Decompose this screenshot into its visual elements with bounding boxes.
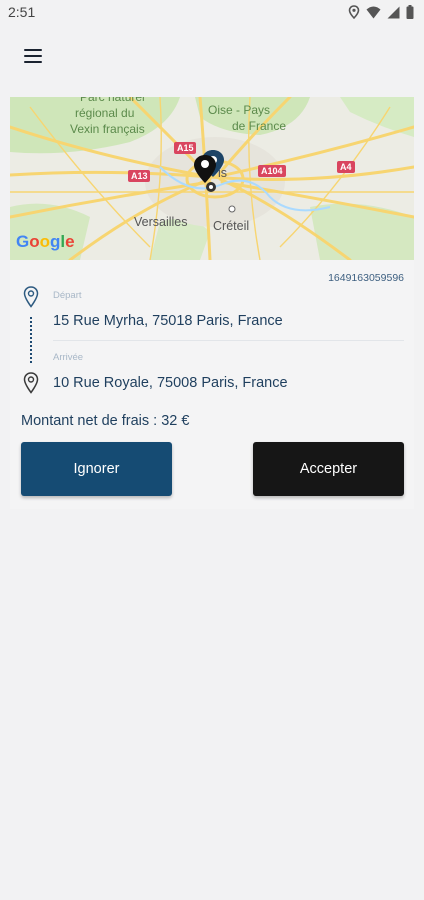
road-badge-a15: A15 xyxy=(177,143,194,153)
map-canvas[interactable]: Parc naturel régional du Vexin français … xyxy=(10,97,414,260)
hamburger-menu-icon[interactable] xyxy=(24,43,56,69)
arrival-label: Arrivée xyxy=(53,352,84,363)
departure-address: 15 Rue Myrha, 75018 Paris, France xyxy=(53,313,283,329)
status-icons xyxy=(348,5,414,19)
map-label-park-1: Parc naturel xyxy=(80,97,145,104)
map-label-park-2: régional du xyxy=(75,106,134,120)
map-view[interactable]: Parc naturel régional du Vexin français … xyxy=(10,97,414,260)
net-amount: Montant net de frais : 32 € xyxy=(21,413,190,429)
map-label-creteil: Créteil xyxy=(213,219,249,233)
map-label-versailles: Versailles xyxy=(134,215,188,229)
location-icon xyxy=(348,5,360,19)
arrival-pin-icon xyxy=(23,372,39,394)
order-id: 1649163059596 xyxy=(328,272,404,284)
road-badge-a13: A13 xyxy=(131,171,148,181)
accept-button[interactable]: Accepter xyxy=(253,442,404,496)
arrival-address: 10 Rue Royale, 75008 Paris, France xyxy=(53,375,288,391)
departure-pin-icon xyxy=(23,286,39,308)
signal-icon xyxy=(387,6,400,18)
departure-label: Départ xyxy=(53,290,82,301)
map-label-oise-1: Oise - Pays xyxy=(208,103,270,117)
menu-bar-middle xyxy=(24,54,42,58)
map-label-oise-2: de France xyxy=(232,119,286,133)
ride-request-card: Parc naturel régional du Vexin français … xyxy=(10,97,414,509)
address-divider xyxy=(53,340,404,341)
route-connector xyxy=(30,317,32,363)
map-driver-icon xyxy=(206,182,216,192)
menu-bar-bottom xyxy=(24,61,42,64)
ignore-button[interactable]: Ignorer xyxy=(21,442,172,496)
menu-bar-top xyxy=(24,48,42,51)
status-time: 2:51 xyxy=(8,4,36,20)
battery-icon xyxy=(406,5,414,19)
road-badge-a104: A104 xyxy=(261,166,283,176)
status-bar: 2:51 xyxy=(0,0,424,26)
map-label-park-3: Vexin français xyxy=(70,122,145,136)
google-logo: Google xyxy=(16,232,75,251)
wifi-icon xyxy=(366,6,381,18)
road-badge-a4: A4 xyxy=(340,162,352,172)
